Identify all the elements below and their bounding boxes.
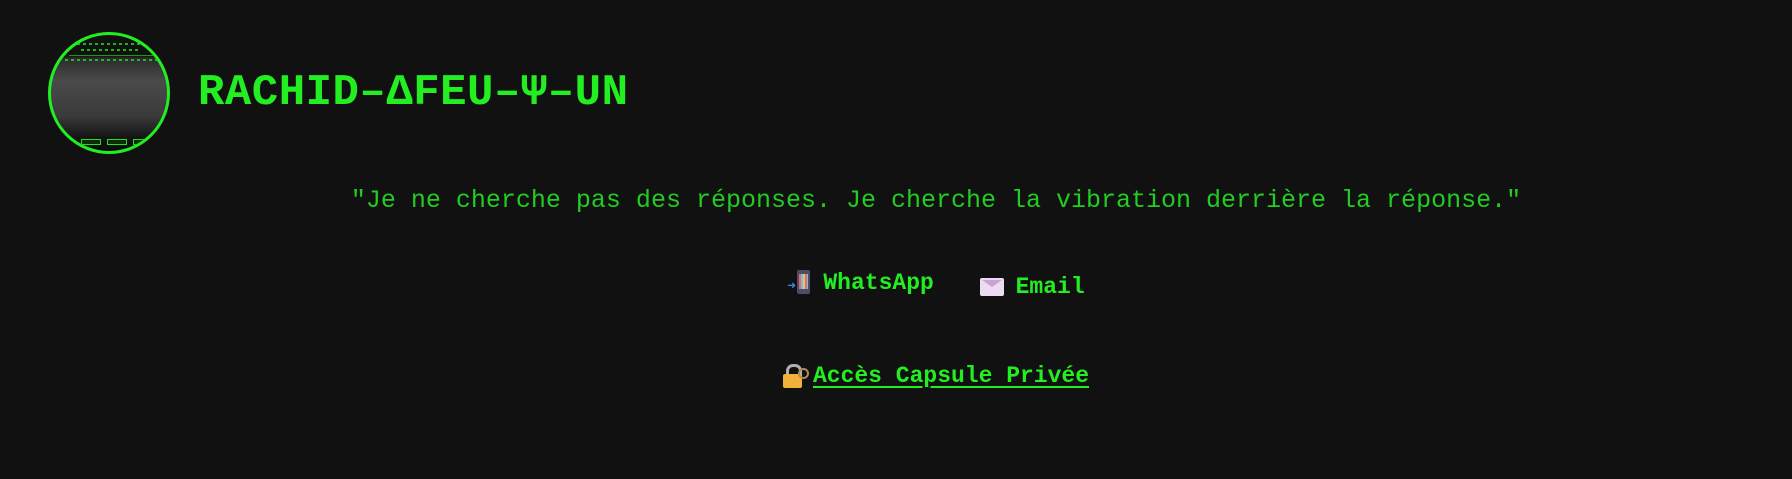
private-capsule-section: Accès Capsule Privée: [0, 363, 1792, 395]
avatar-screen-text: [65, 59, 157, 61]
profile-header: RACHID–ΔFEU–Ψ–UN: [48, 32, 628, 154]
mobile-phone-arrow-icon: ➜: [787, 270, 811, 296]
contact-links: ➜ WhatsApp Email: [0, 270, 1792, 303]
avatar-screen-button: [107, 139, 127, 145]
page: RACHID–ΔFEU–Ψ–UN "Je ne cherche pas des …: [0, 0, 1792, 479]
envelope-icon: [979, 278, 1004, 296]
avatar: [48, 32, 170, 154]
whatsapp-link[interactable]: ➜ WhatsApp: [787, 270, 934, 296]
avatar-screen-divider: [69, 55, 155, 56]
quote-text: "Je ne cherche pas des réponses. Je cher…: [350, 186, 1522, 215]
email-label: Email: [1015, 274, 1085, 300]
avatar-screen-text: [77, 43, 145, 45]
whatsapp-label: WhatsApp: [823, 270, 934, 296]
page-title: RACHID–ΔFEU–Ψ–UN: [198, 68, 629, 118]
avatar-screen-buttons: [81, 139, 153, 145]
email-link[interactable]: Email: [979, 274, 1085, 300]
private-capsule-label: Accès Capsule Privée: [812, 363, 1090, 389]
private-capsule-link[interactable]: Accès Capsule Privée: [782, 363, 1090, 389]
avatar-screen-button: [81, 139, 101, 145]
avatar-screen-button: [133, 139, 153, 145]
avatar-screen-text: [81, 49, 141, 51]
lock-with-key-icon: [782, 364, 809, 388]
